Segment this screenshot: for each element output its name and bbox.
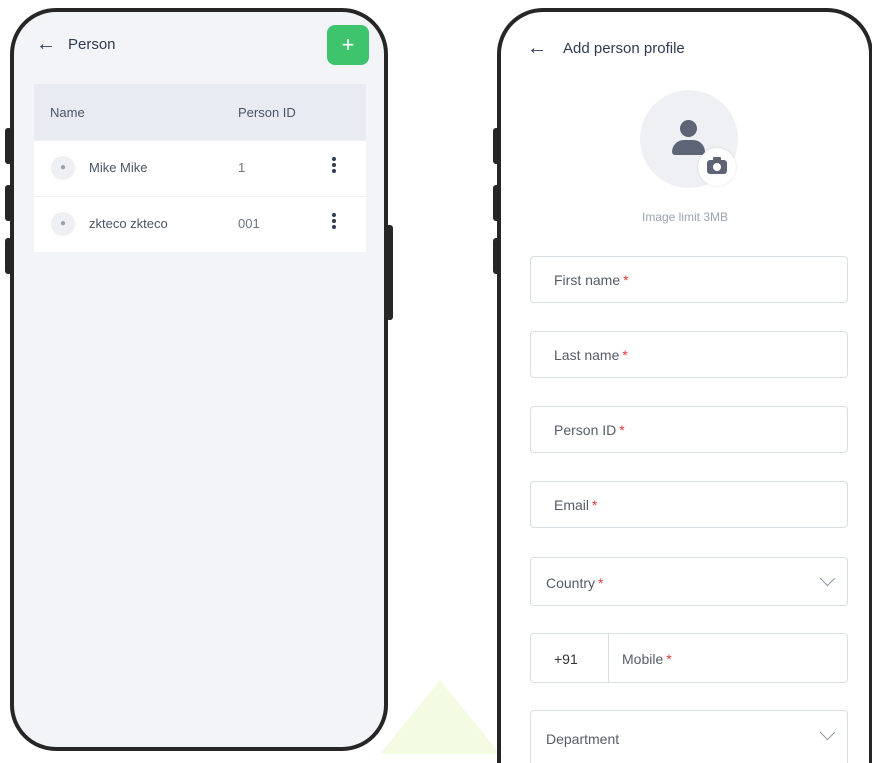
image-limit-hint: Image limit 3MB: [641, 210, 729, 224]
mobile-field[interactable]: +91 Mobile *: [530, 633, 848, 683]
required-mark: *: [666, 651, 672, 667]
chevron-down-icon: [819, 570, 836, 587]
person-name: zkteco zkteco: [89, 216, 168, 231]
person-name: Mike Mike: [89, 160, 148, 175]
page-title: Add person profile: [563, 40, 685, 57]
top-bar: ← Person +: [14, 12, 384, 82]
country-select[interactable]: Country *: [530, 557, 848, 606]
chevron-down-icon: [819, 724, 836, 741]
profile-photo-upload[interactable]: [640, 90, 738, 188]
user-icon: [680, 120, 697, 137]
table-row[interactable]: ● zkteco zkteco 001: [34, 196, 366, 252]
table-row[interactable]: ● Mike Mike 1: [34, 140, 366, 196]
person-table: Name Person ID ● Mike Mike 1 ● zkteco zk…: [34, 84, 366, 252]
background-triangle: [380, 680, 500, 754]
required-mark: *: [623, 272, 629, 288]
email-label: Email: [554, 497, 590, 513]
country-label: Country: [546, 575, 596, 591]
user-icon: ●: [51, 212, 75, 236]
user-icon: ●: [51, 156, 75, 180]
last-name-field[interactable]: Last name *: [530, 331, 848, 378]
camera-icon[interactable]: [698, 148, 736, 186]
person-id-label: Person ID: [554, 422, 617, 438]
add-person-button[interactable]: +: [327, 25, 369, 65]
divider: [608, 634, 609, 682]
column-header-person-id: Person ID: [238, 105, 296, 120]
country-code[interactable]: +91: [554, 651, 578, 667]
column-header-name: Name: [50, 105, 85, 120]
add-person-profile-screen: ← Add person profile Image limit 3MB Fir…: [497, 8, 872, 763]
arrow-left-icon[interactable]: ←: [527, 38, 547, 58]
last-name-label: Last name: [554, 347, 620, 363]
arrow-left-icon[interactable]: ←: [36, 34, 56, 54]
required-mark: *: [592, 497, 598, 513]
first-name-field[interactable]: First name *: [530, 256, 848, 303]
first-name-label: First name: [554, 272, 621, 288]
table-header: Name Person ID: [34, 84, 366, 140]
required-mark: *: [619, 422, 625, 438]
required-mark: *: [622, 347, 628, 363]
more-vertical-icon[interactable]: [330, 211, 338, 237]
plus-icon: +: [341, 32, 355, 57]
more-vertical-icon[interactable]: [330, 155, 338, 181]
person-id: 001: [238, 216, 260, 231]
person-id-field[interactable]: Person ID *: [530, 406, 848, 453]
department-select[interactable]: Department: [530, 710, 848, 763]
mobile-label: Mobile: [622, 651, 664, 667]
required-mark: *: [598, 575, 604, 591]
person-id: 1: [238, 160, 246, 175]
email-field[interactable]: Email *: [530, 481, 848, 528]
department-label: Department: [546, 731, 620, 747]
person-list-screen: ← Person + Name Person ID ● Mike Mike 1 …: [10, 8, 388, 751]
page-title: Person: [68, 36, 116, 53]
